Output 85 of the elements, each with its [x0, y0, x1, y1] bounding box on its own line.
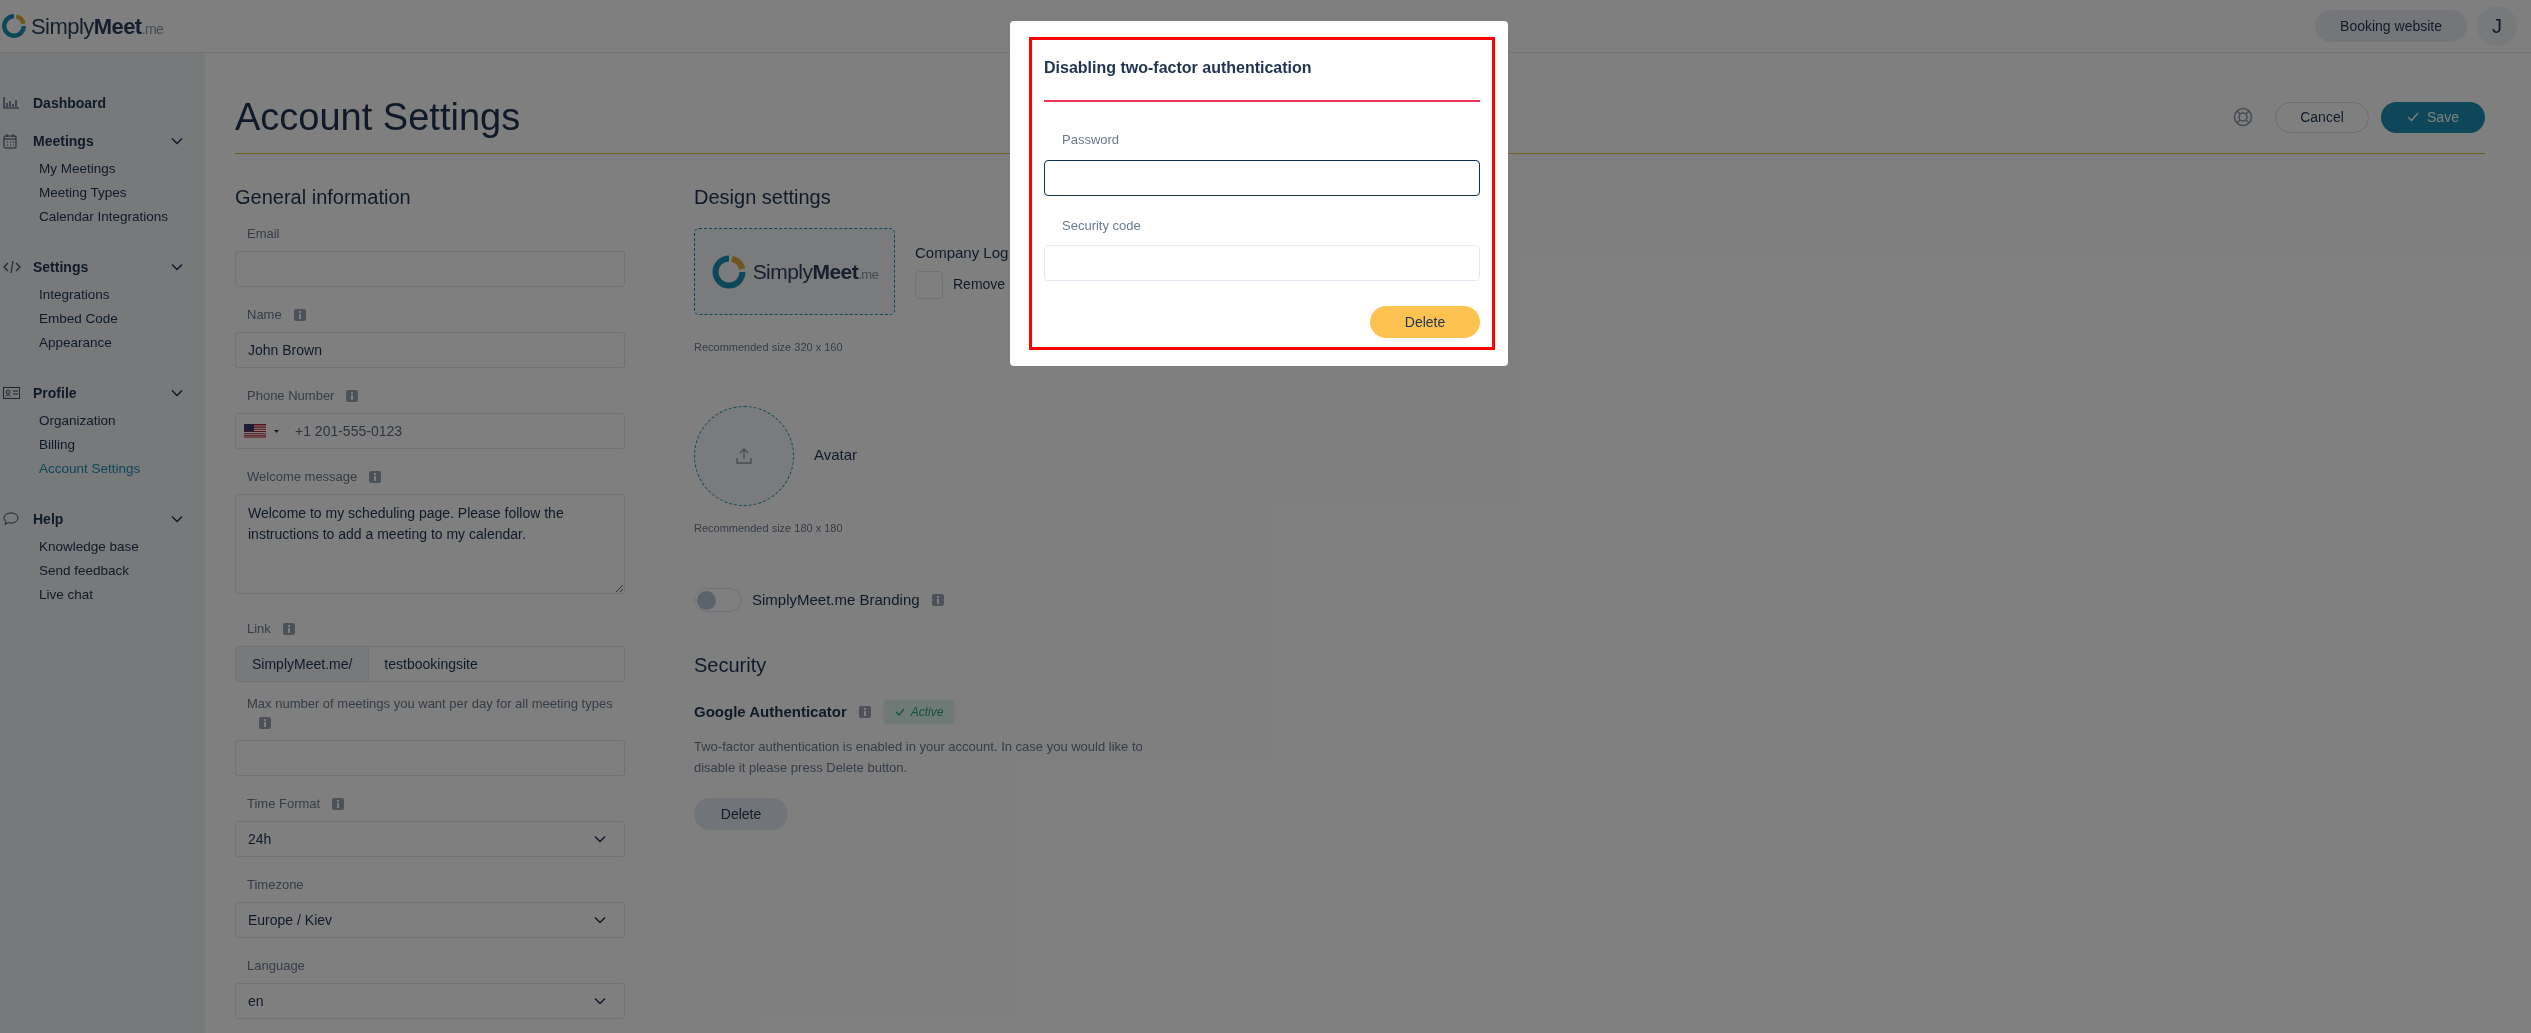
- size-hint: Recommended size 180 x 180: [694, 520, 844, 536]
- logo-upload-area[interactable]: SimplyMeet.me: [694, 228, 895, 315]
- check-icon: [2407, 112, 2420, 122]
- sidebar-link[interactable]: Appearance: [39, 333, 112, 353]
- delete-button[interactable]: Delete: [694, 798, 788, 830]
- booking-website-button[interactable]: Booking website: [2315, 10, 2467, 42]
- confirm-delete-button[interactable]: Delete: [1370, 306, 1480, 338]
- sidebar-link[interactable]: Organization: [39, 411, 116, 431]
- field-label: Password: [1061, 131, 1121, 149]
- company-logo-label: Company Log: [915, 243, 1009, 263]
- chat-bubble-icon: [3, 512, 19, 526]
- id-card-icon: [3, 387, 20, 399]
- info-icon: [332, 798, 345, 810]
- phone-field[interactable]: +1 201-555-0123: [235, 413, 625, 449]
- select-field[interactable]: 24h: [235, 821, 625, 857]
- size-hint: Recommended size 320 x 160: [694, 340, 844, 355]
- authenticator-label: Google Authenticator: [694, 701, 847, 722]
- chevron-icon: [171, 389, 183, 397]
- field-label: Language: [247, 958, 305, 973]
- save-button[interactable]: Save: [2381, 101, 2485, 133]
- field-label: Max number of meetings you want per day for all meeting types: [247, 696, 613, 711]
- chevron-icon: [171, 515, 183, 523]
- calendar-icon: [3, 133, 17, 149]
- sidebar-item[interactable]: Help: [33, 508, 64, 530]
- sidebar-item[interactable]: Profile: [33, 382, 77, 404]
- page-title: Account Settings: [235, 95, 521, 140]
- sidebar-item[interactable]: Settings: [33, 256, 89, 278]
- branding-label: SimplyMeet.me Branding: [752, 589, 920, 610]
- chevron-icon: [171, 137, 183, 145]
- logo-image-text: SimplyMeet.me: [752, 258, 879, 285]
- security-description: Two-factor authentication is enabled in your account. In case you would like to disable it please press Delete button.: [694, 738, 1144, 777]
- section-title: Design settings: [694, 185, 831, 210]
- field-label: Name: [247, 307, 282, 322]
- dialog-input-field[interactable]: [1044, 159, 1480, 196]
- text-field[interactable]: John Brown: [235, 332, 625, 368]
- sidebar-link[interactable]: My Meetings: [39, 159, 116, 179]
- chevron-icon: [594, 916, 606, 924]
- sidebar-link[interactable]: Embed Code: [39, 309, 118, 329]
- sidebar-link[interactable]: Live chat: [39, 585, 94, 605]
- chevron-icon: [594, 997, 606, 1005]
- info-icon: [858, 706, 871, 718]
- sidebar-link[interactable]: Meeting Types: [39, 183, 127, 203]
- sidebar-link[interactable]: Knowledge base: [39, 537, 139, 557]
- sidebar-link[interactable]: Account Settings: [39, 459, 141, 479]
- logo-text: SimplyMeet.me: [31, 12, 164, 41]
- chevron-icon: [594, 835, 606, 843]
- field-label: Security code: [1061, 216, 1142, 235]
- sidebar-item[interactable]: Meetings: [33, 130, 94, 152]
- info-icon: [259, 717, 271, 729]
- select-field[interactable]: en: [235, 983, 625, 1019]
- branding-toggle[interactable]: [694, 588, 742, 612]
- info-icon: [931, 594, 944, 606]
- user-avatar[interactable]: J: [2477, 6, 2517, 46]
- info-icon: [282, 623, 295, 635]
- dialog-title: Disabling two-factor authentication: [1044, 58, 1313, 78]
- us-flag-icon: [244, 424, 266, 438]
- info-icon: [369, 471, 382, 483]
- chevron-icon: [171, 263, 183, 271]
- sidebar-link[interactable]: Calendar Integrations: [39, 207, 169, 227]
- avatar-label: Avatar: [814, 445, 858, 466]
- field-label: Timezone: [247, 877, 304, 892]
- info-icon: [293, 309, 306, 321]
- logo-ring-icon: [710, 253, 747, 290]
- sidebar-link[interactable]: Integrations: [39, 285, 110, 305]
- sidebar-link[interactable]: Billing: [39, 435, 76, 455]
- sidebar-item[interactable]: Dashboard: [33, 92, 107, 114]
- sidebar-link[interactable]: Send feedback: [39, 561, 130, 581]
- field-label: Phone Number: [247, 388, 335, 403]
- field-label: Email: [247, 226, 280, 241]
- section-title: Security: [694, 653, 767, 678]
- caret-icon: [274, 429, 279, 433]
- field-label: Welcome message: [247, 469, 358, 484]
- section-title: General information: [235, 185, 411, 210]
- field-label: Time Format: [247, 796, 321, 811]
- remove-label: Remove: [953, 275, 1006, 294]
- bar-chart-icon: [3, 97, 19, 109]
- info-icon: [346, 390, 359, 402]
- status-badge: Active: [882, 700, 956, 724]
- code-icon: [3, 260, 21, 274]
- link-field[interactable]: SimplyMeet.me/ testbookingsite: [235, 646, 625, 682]
- logo-ring-icon: [1, 13, 27, 39]
- message-field[interactable]: Welcome to my scheduling page. Please follow the instructions to add a meeting to my calendar.: [235, 494, 625, 594]
- lifebuoy-icon: [2233, 107, 2253, 127]
- select-field[interactable]: Europe / Kiev: [235, 902, 625, 938]
- field-label: Link: [247, 621, 271, 636]
